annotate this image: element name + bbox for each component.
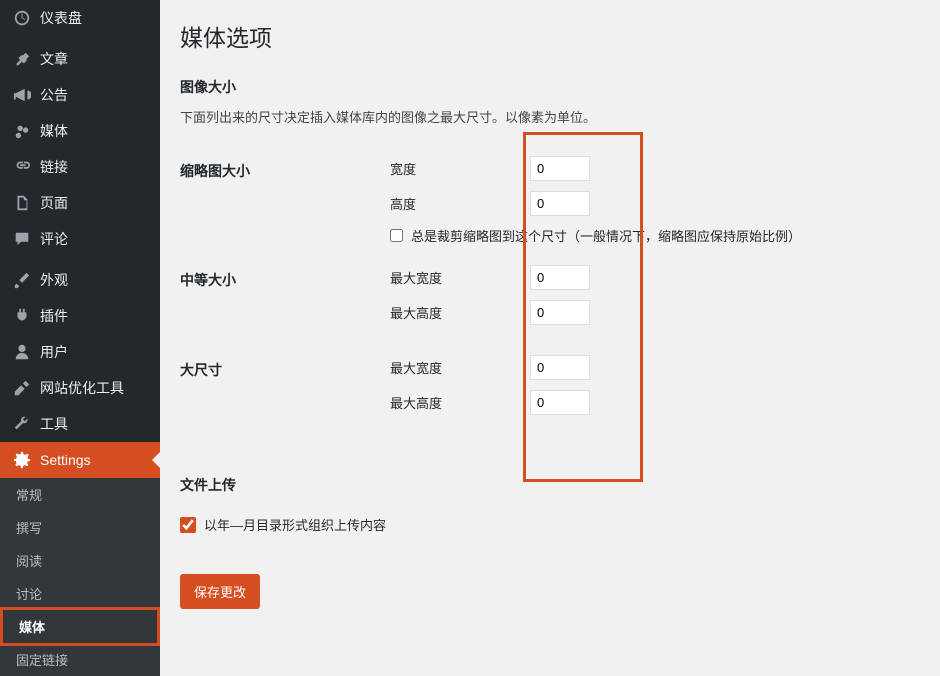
sidebar-item-plugins[interactable]: 插件 (0, 298, 160, 334)
medium-width-label: 最大宽度 (390, 268, 530, 287)
sidebar-item-label: 网站优化工具 (40, 378, 124, 398)
pin-icon (12, 49, 32, 69)
sidebar-item-dashboard[interactable]: 仪表盘 (0, 0, 160, 36)
subitem-reading[interactable]: 阅读 (0, 544, 160, 577)
sidebar-item-appearance[interactable]: 外观 (0, 262, 160, 298)
large-height-label: 最大高度 (390, 393, 530, 412)
save-button[interactable]: 保存更改 (180, 574, 260, 609)
admin-sidebar: 仪表盘 文章 公告 媒体 链接 页面 评论 外观 插件 用户 网站优化工具 (0, 0, 160, 661)
image-size-table: 缩略图大小 宽度 高度 总是裁剪缩略图到这个尺寸（一般情况下，缩略图应保持原始比… (180, 146, 920, 435)
sidebar-item-label: 用户 (40, 342, 68, 362)
sidebar-item-label: 公告 (40, 85, 68, 105)
medium-height-input[interactable] (530, 300, 590, 325)
sidebar-item-announce[interactable]: 公告 (0, 77, 160, 113)
user-icon (12, 342, 32, 362)
subitem-permalinks[interactable]: 固定链接 (0, 643, 160, 676)
hammer-icon (12, 378, 32, 398)
thumbnail-crop-checkbox[interactable] (390, 229, 403, 242)
image-size-desc: 下面列出来的尺寸决定插入媒体库内的图像之最大尺寸。以像素为单位。 (180, 107, 920, 126)
megaphone-icon (12, 85, 32, 105)
sidebar-item-media[interactable]: 媒体 (0, 113, 160, 149)
large-label: 大尺寸 (180, 345, 380, 435)
section-image-size: 图像大小 (180, 77, 920, 97)
sidebar-item-label: 评论 (40, 229, 68, 249)
sidebar-item-posts[interactable]: 文章 (0, 41, 160, 77)
thumbnail-height-input[interactable] (530, 191, 590, 216)
upload-organize-checkbox[interactable] (180, 517, 196, 533)
sidebar-item-label: 插件 (40, 306, 68, 326)
medium-height-label: 最大高度 (390, 303, 530, 322)
plugin-icon (12, 306, 32, 326)
thumbnail-height-label: 高度 (390, 194, 530, 213)
sidebar-item-label: 工具 (40, 414, 68, 434)
sidebar-item-tools[interactable]: 工具 (0, 406, 160, 442)
sidebar-item-label: 媒体 (40, 121, 68, 141)
media-icon (12, 121, 32, 141)
wrench-icon (12, 414, 32, 434)
main-content: 媒体选项 图像大小 下面列出来的尺寸决定插入媒体库内的图像之最大尺寸。以像素为单… (160, 0, 940, 661)
medium-width-input[interactable] (530, 265, 590, 290)
large-width-input[interactable] (530, 355, 590, 380)
page-title: 媒体选项 (180, 10, 920, 57)
page-icon (12, 193, 32, 213)
settings-icon (12, 450, 32, 470)
large-width-label: 最大宽度 (390, 358, 530, 377)
thumbnail-width-label: 宽度 (390, 159, 530, 178)
subitem-media[interactable]: 媒体 (3, 610, 157, 643)
subitem-writing[interactable]: 撰写 (0, 511, 160, 544)
sidebar-item-label: 页面 (40, 193, 68, 213)
dashboard-icon (12, 8, 32, 28)
thumbnail-width-input[interactable] (530, 156, 590, 181)
sidebar-item-users[interactable]: 用户 (0, 334, 160, 370)
sidebar-item-seo[interactable]: 网站优化工具 (0, 370, 160, 406)
sidebar-item-settings[interactable]: Settings (0, 442, 160, 478)
sidebar-item-label: 文章 (40, 49, 68, 69)
brush-icon (12, 270, 32, 290)
link-icon (12, 157, 32, 177)
subitem-general[interactable]: 常规 (0, 478, 160, 511)
sidebar-item-label: 外观 (40, 270, 68, 290)
medium-label: 中等大小 (180, 255, 380, 345)
thumbnail-label: 缩略图大小 (180, 146, 380, 255)
sidebar-item-pages[interactable]: 页面 (0, 185, 160, 221)
sidebar-item-links[interactable]: 链接 (0, 149, 160, 185)
settings-submenu: 常规 撰写 阅读 讨论 媒体 固定链接 (0, 478, 160, 676)
large-height-input[interactable] (530, 390, 590, 415)
thumbnail-crop-label: 总是裁剪缩略图到这个尺寸（一般情况下，缩略图应保持原始比例） (411, 226, 801, 245)
sidebar-item-comments[interactable]: 评论 (0, 221, 160, 257)
subitem-discussion[interactable]: 讨论 (0, 577, 160, 610)
sidebar-item-label: Settings (40, 452, 91, 468)
section-upload: 文件上传 (180, 475, 920, 495)
comment-icon (12, 229, 32, 249)
upload-organize-label: 以年—月目录形式组织上传内容 (204, 515, 386, 534)
sidebar-item-label: 仪表盘 (40, 8, 82, 28)
sidebar-item-label: 链接 (40, 157, 68, 177)
